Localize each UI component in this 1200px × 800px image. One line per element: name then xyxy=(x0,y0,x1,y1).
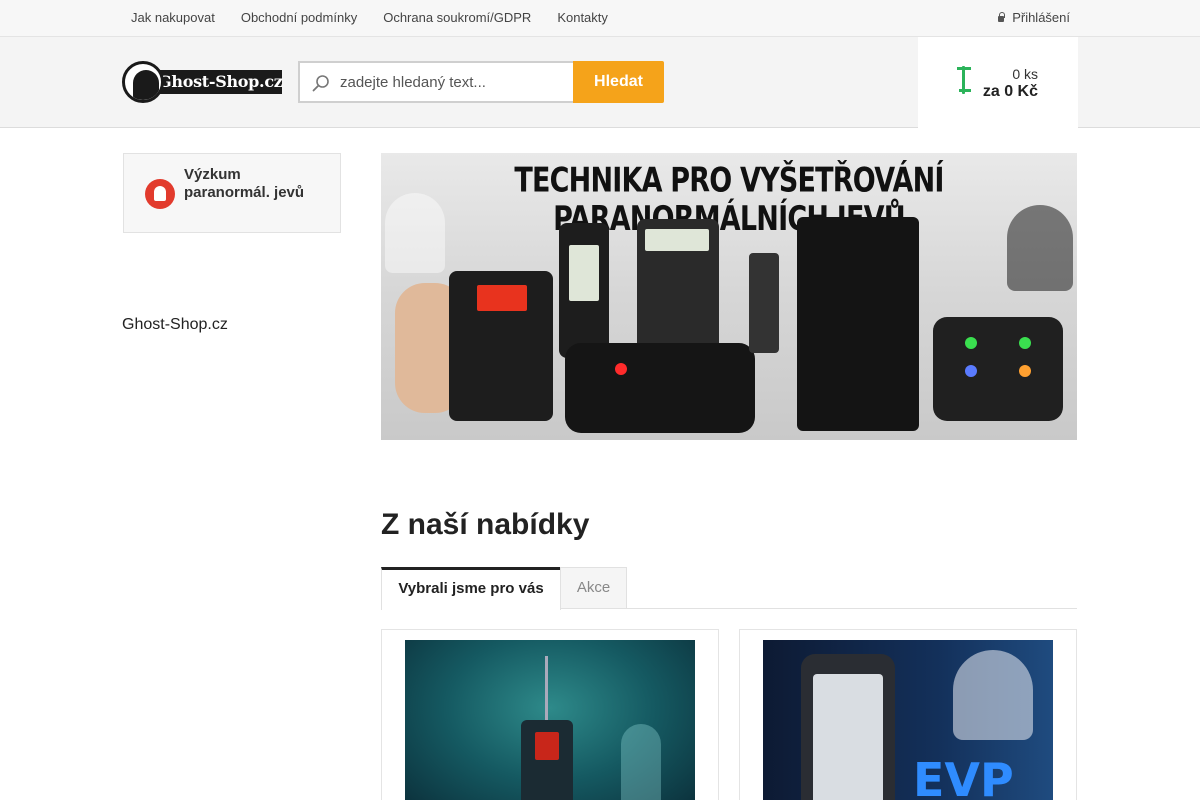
sidebar-item-label: Výzkum paranormál. jevů xyxy=(184,166,305,201)
device-image xyxy=(559,223,609,358)
product-image: EVP xyxy=(763,640,1053,800)
search-icon xyxy=(312,75,329,92)
ghost-logo-icon xyxy=(122,61,164,103)
header: Ghost-Shop.cz Hledat 0 ks za 0 Kč xyxy=(0,37,1200,128)
nav-link-obchodni-podminky[interactable]: Obchodní podmínky xyxy=(228,0,370,36)
section-title: Z naší nabídky xyxy=(381,508,590,541)
cart-icon xyxy=(956,64,974,96)
search-input[interactable] xyxy=(340,63,570,101)
search-field xyxy=(298,61,574,103)
device-image xyxy=(449,271,553,421)
login-link[interactable]: Přihlášení xyxy=(997,0,1070,34)
logo-text: Ghost-Shop.cz xyxy=(158,72,283,91)
cart-total: za 0 Kč xyxy=(982,83,1038,100)
ghost-icon xyxy=(145,179,175,209)
banner-title: TECHNIKA PRO VYŠETŘOVÁNÍ PARANORMÁLNÍCH … xyxy=(514,161,944,239)
device-image xyxy=(933,317,1063,421)
ghost-decoration xyxy=(385,193,445,273)
cart-widget[interactable]: 0 ks za 0 Kč xyxy=(918,37,1078,128)
top-nav: Jak nakupovat Obchodní podmínky Ochrana … xyxy=(118,0,621,36)
tab-akce[interactable]: Akce xyxy=(560,567,627,609)
device-image xyxy=(797,217,919,431)
cart-count: 0 ks xyxy=(1012,66,1038,82)
lock-icon xyxy=(997,12,1006,22)
hero-banner[interactable]: TECHNIKA PRO VYŠETŘOVÁNÍ PARANORMÁLNÍCH … xyxy=(381,153,1077,440)
device-image xyxy=(749,253,779,353)
top-bar: Jak nakupovat Obchodní podmínky Ochrana … xyxy=(0,0,1200,37)
product-image xyxy=(405,640,695,800)
product-card[interactable]: EVP xyxy=(739,629,1077,800)
nav-link-jak-nakupovat[interactable]: Jak nakupovat xyxy=(118,0,228,36)
search-form: Hledat xyxy=(298,61,664,103)
sidebar-item-paranormal[interactable]: Výzkum paranormál. jevů xyxy=(123,153,341,233)
evp-text: EVP xyxy=(913,753,1014,800)
login-label: Přihlášení xyxy=(1012,9,1070,25)
device-image xyxy=(565,343,755,433)
search-button[interactable]: Hledat xyxy=(573,61,664,103)
offer-tabs: Vybrali jsme pro vás Akce xyxy=(381,567,1077,610)
nav-link-kontakty[interactable]: Kontakty xyxy=(544,0,621,36)
product-card[interactable] xyxy=(381,629,719,800)
site-logo[interactable]: Ghost-Shop.cz xyxy=(122,61,284,103)
sidebar-brand-text: Ghost-Shop.cz xyxy=(122,316,228,333)
nav-link-gdpr[interactable]: Ochrana soukromí/GDPR xyxy=(370,0,544,36)
ghost-decoration xyxy=(1007,205,1073,291)
tab-vybrali-jsme[interactable]: Vybrali jsme pro vás xyxy=(381,567,561,610)
